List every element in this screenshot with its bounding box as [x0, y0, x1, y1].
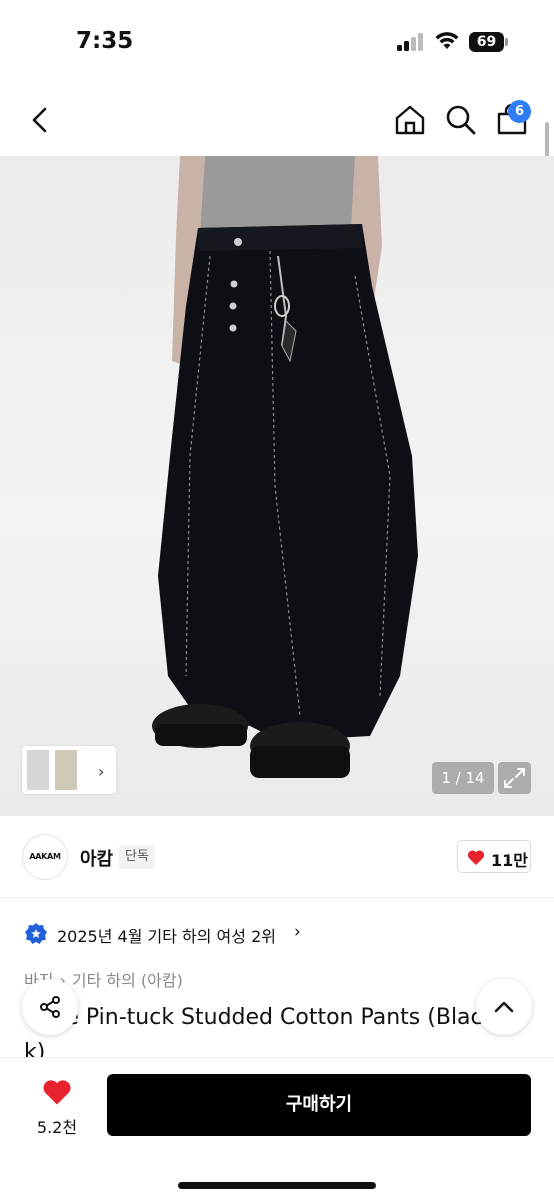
- thumbnail-beige-pants[interactable]: [55, 750, 77, 790]
- brand-logo[interactable]: AAKAM: [22, 834, 68, 880]
- product-title: Wide Pin-tuck Studded Cotton Pants (Blac…: [24, 1005, 496, 1030]
- brand-like-button[interactable]: 11만: [457, 840, 531, 873]
- cart-count-badge: 6: [508, 100, 531, 123]
- thumbnail-black-pants[interactable]: [27, 750, 49, 790]
- rank-badge-icon: [25, 923, 47, 944]
- share-icon: [40, 996, 60, 1018]
- cellular-signal-icon: [397, 33, 425, 51]
- battery-level: 69: [469, 32, 504, 52]
- chevron-right-icon: ›: [294, 922, 301, 942]
- brand-like-count: 11만: [491, 851, 528, 870]
- product-image[interactable]: [0, 156, 554, 816]
- share-button[interactable]: [22, 979, 78, 1035]
- product-title-continued: k): [24, 1040, 46, 1058]
- product-photo-pants: [152, 156, 418, 778]
- heart-icon: [467, 850, 485, 865]
- home-indicator: [178, 1182, 376, 1189]
- home-icon[interactable]: [393, 103, 427, 137]
- heart-icon: [43, 1080, 71, 1105]
- image-counter: 1 / 14: [432, 762, 494, 794]
- search-icon[interactable]: [444, 103, 478, 137]
- purchase-bar: 5.2천 구매하기: [0, 1057, 554, 1200]
- battery-icon: 69: [469, 32, 509, 52]
- chevron-up-icon: [494, 1001, 514, 1013]
- buy-button[interactable]: 구매하기: [107, 1074, 531, 1136]
- ranking-text: 2025년 4월 기타 하의 여성 2위: [57, 927, 276, 946]
- section-divider: [0, 897, 554, 898]
- wishlist-count: 5.2천: [36, 1118, 78, 1137]
- wifi-icon: [435, 32, 459, 49]
- ranking-link[interactable]: 2025년 4월 기타 하의 여성 2위 ›: [24, 920, 344, 948]
- breadcrumb-item[interactable]: 기타 하의 (아캄): [72, 971, 183, 990]
- brand-name[interactable]: 아캄: [80, 845, 113, 871]
- status-time: 7:35: [76, 28, 134, 54]
- scroll-to-top-button[interactable]: [476, 979, 532, 1035]
- expand-icon: [504, 768, 525, 788]
- status-bar: 7:35 69: [0, 0, 554, 80]
- exclusive-badge: 단독: [119, 845, 155, 869]
- wishlist-button[interactable]: 5.2천: [22, 1074, 92, 1144]
- chevron-left-icon[interactable]: [28, 106, 52, 134]
- chevron-right-icon: ›: [98, 762, 105, 781]
- expand-button[interactable]: [498, 762, 531, 794]
- thumbnail-strip[interactable]: ›: [22, 746, 116, 794]
